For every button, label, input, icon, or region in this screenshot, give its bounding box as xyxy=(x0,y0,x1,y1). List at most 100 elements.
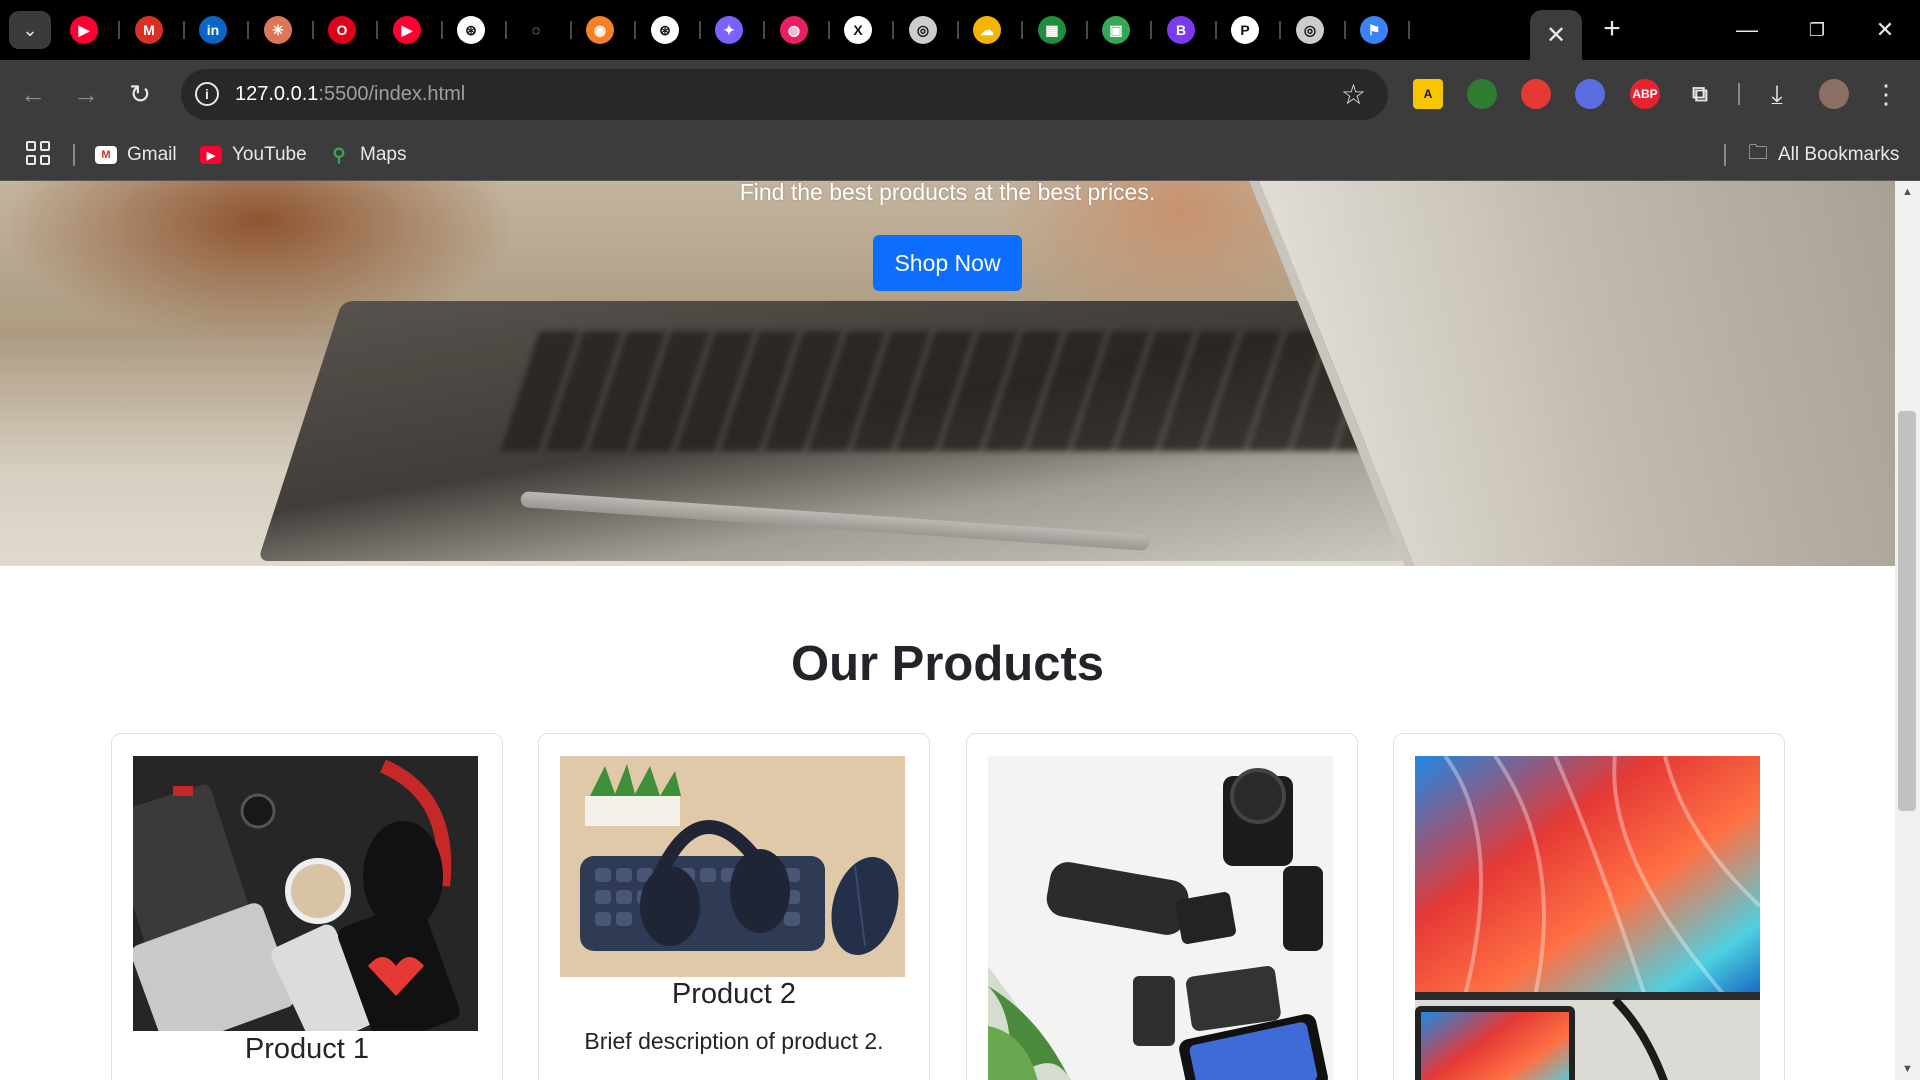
ext-rocket-icon[interactable] xyxy=(1575,79,1605,109)
bookmark-label: Maps xyxy=(360,144,407,165)
tab-gmail-icon[interactable]: M xyxy=(135,16,163,44)
tab-divider xyxy=(247,21,249,39)
tab-divider xyxy=(1215,21,1217,39)
page-viewport: Find the best products at the best price… xyxy=(0,181,1895,1080)
hero-subtitle: Find the best products at the best price… xyxy=(739,181,1156,205)
tab-divider xyxy=(828,21,830,39)
tab-loading-icon[interactable]: ◌ xyxy=(522,16,550,44)
product-title: Product 2 xyxy=(671,978,797,1010)
bookmarks-divider xyxy=(73,144,75,166)
bookmark-label: Gmail xyxy=(127,144,177,165)
ext-a-icon[interactable]: A xyxy=(1413,79,1443,109)
tab-youtube-2-icon[interactable]: ▶ xyxy=(393,16,421,44)
product-card[interactable] xyxy=(1393,733,1785,1080)
tab-youtube-icon[interactable]: ▶ xyxy=(70,16,98,44)
product-card[interactable]: Product 2 Brief description of product 2… xyxy=(538,733,930,1080)
product-title: Product 1 xyxy=(244,1033,370,1065)
maps-icon: ⚲ xyxy=(332,144,346,165)
tab-divider xyxy=(1408,21,1410,39)
hero-banner: Find the best products at the best price… xyxy=(0,181,1895,566)
tab-opera-icon[interactable]: O xyxy=(328,16,356,44)
product-card[interactable]: Product 1 xyxy=(111,733,503,1080)
forward-button[interactable]: → xyxy=(66,74,106,114)
ext-abp-icon[interactable]: ABP xyxy=(1630,79,1660,109)
tab-divider xyxy=(1086,21,1088,39)
product-image xyxy=(133,756,478,1031)
all-bookmarks-label: All Bookmarks xyxy=(1778,144,1900,165)
apps-grid-icon[interactable] xyxy=(26,141,50,165)
address-bar[interactable]: i 127.0.0.1:5500/index.html ☆ xyxy=(181,69,1388,120)
folder-icon: 🗀 xyxy=(1748,142,1768,164)
tab-linkedin-icon[interactable]: in xyxy=(199,16,227,44)
tab-globe-2-icon[interactable]: ◎ xyxy=(1296,16,1324,44)
bookmark-star-icon[interactable]: ☆ xyxy=(1341,78,1366,111)
tab-search-button[interactable]: ⌄ xyxy=(9,11,51,49)
tab-divider xyxy=(634,21,636,39)
scroll-down-arrow-icon[interactable]: ▼ xyxy=(1895,1060,1920,1078)
tab-divider xyxy=(376,21,378,39)
tab-b-icon[interactable]: B xyxy=(1167,16,1195,44)
tab-pink-icon[interactable]: ◍ xyxy=(780,16,808,44)
tab-divider xyxy=(763,21,765,39)
ext-pokeball-icon[interactable] xyxy=(1521,79,1551,109)
address-url[interactable]: 127.0.0.1:5500/index.html xyxy=(235,83,465,106)
tab-globe-icon[interactable]: ◎ xyxy=(909,16,937,44)
tab-divider xyxy=(1021,21,1023,39)
product-card[interactable] xyxy=(966,733,1358,1080)
tab-divider xyxy=(892,21,894,39)
scroll-up-arrow-icon[interactable]: ▲ xyxy=(1895,183,1920,201)
profile-avatar[interactable] xyxy=(1819,79,1849,109)
bookmarks-divider xyxy=(1724,144,1726,166)
tab-divider xyxy=(1150,21,1152,39)
close-window-button[interactable]: ✕ xyxy=(1862,10,1908,50)
back-button[interactable]: ← xyxy=(13,74,53,114)
menu-kebab-icon[interactable]: ⋮ xyxy=(1866,74,1906,114)
tab-x-icon[interactable]: X xyxy=(844,16,872,44)
product-image xyxy=(988,756,1333,1080)
scrollbar-thumb[interactable] xyxy=(1898,411,1916,811)
site-info-icon[interactable]: i xyxy=(195,82,219,106)
tab-chatgpt-2-icon[interactable]: ⊛ xyxy=(651,16,679,44)
bookmark-maps[interactable]: ⚲ Maps xyxy=(328,141,406,169)
toolbar-divider xyxy=(1738,83,1740,105)
minimize-button[interactable]: — xyxy=(1724,10,1770,50)
tab-weather-icon[interactable]: ☁ xyxy=(973,16,1001,44)
downloads-icon[interactable]: ⤓ xyxy=(1757,74,1797,114)
address-host: 127.0.0.1 xyxy=(235,83,319,105)
tab-orange-icon[interactable]: ◉ xyxy=(586,16,614,44)
tab-divider xyxy=(505,21,507,39)
tab-p-icon[interactable]: P xyxy=(1231,16,1259,44)
tab-flag-icon[interactable]: ⚑ xyxy=(1360,16,1388,44)
tab-colorful-icon[interactable]: ✦ xyxy=(715,16,743,44)
tab-green-icon[interactable]: ▦ xyxy=(1038,16,1066,44)
bookmark-youtube[interactable]: ▶ YouTube xyxy=(200,141,307,169)
address-path: :5500/index.html xyxy=(318,83,466,105)
tab-claude-icon[interactable]: ✳ xyxy=(264,16,292,44)
tab-divider xyxy=(1279,21,1281,39)
tab-divider xyxy=(183,21,185,39)
tab-divider xyxy=(1344,21,1346,39)
product-description: Brief description of product 2. xyxy=(584,1028,884,1054)
tab-divider xyxy=(957,21,959,39)
tab-meet-icon[interactable]: ▣ xyxy=(1102,16,1130,44)
product-image xyxy=(560,756,905,977)
tab-strip: ⌄ ▶ Min ✳ O ▶ ⊛ ◌ ◉ ⊛ ✦ ◍ X ◎ ☁ ▦ ▣ B P ◎ ⚑ ✕ + — ❐ ✕ xyxy=(0,0,1920,60)
products-section-title: Our Products xyxy=(790,637,1105,691)
bookmarks-bar: M Gmail ▶ YouTube ⚲ Maps 🗀 All Bookmarks xyxy=(0,129,1920,181)
bookmark-label: YouTube xyxy=(232,144,307,165)
bookmark-gmail[interactable]: M Gmail xyxy=(95,141,177,169)
reload-button[interactable]: ↻ xyxy=(120,74,160,114)
browser-toolbar: ← → ↻ i 127.0.0.1:5500/index.html ☆ A ABP… xyxy=(0,60,1920,129)
tab-divider xyxy=(441,21,443,39)
tab-active-close-icon[interactable]: ✕ xyxy=(1530,10,1582,60)
tab-chatgpt-icon[interactable]: ⊛ xyxy=(457,16,485,44)
all-bookmarks-button[interactable]: 🗀 All Bookmarks xyxy=(1748,141,1899,169)
restore-button[interactable]: ❐ xyxy=(1794,10,1840,50)
ext-globe-icon[interactable] xyxy=(1467,79,1497,109)
gmail-icon: M xyxy=(95,146,117,164)
youtube-icon: ▶ xyxy=(200,146,222,164)
shop-now-button[interactable]: Shop Now xyxy=(873,235,1022,291)
new-tab-button[interactable]: + xyxy=(1594,12,1630,48)
extensions-icon[interactable]: ⧉ xyxy=(1685,79,1715,109)
tab-divider xyxy=(118,21,120,39)
